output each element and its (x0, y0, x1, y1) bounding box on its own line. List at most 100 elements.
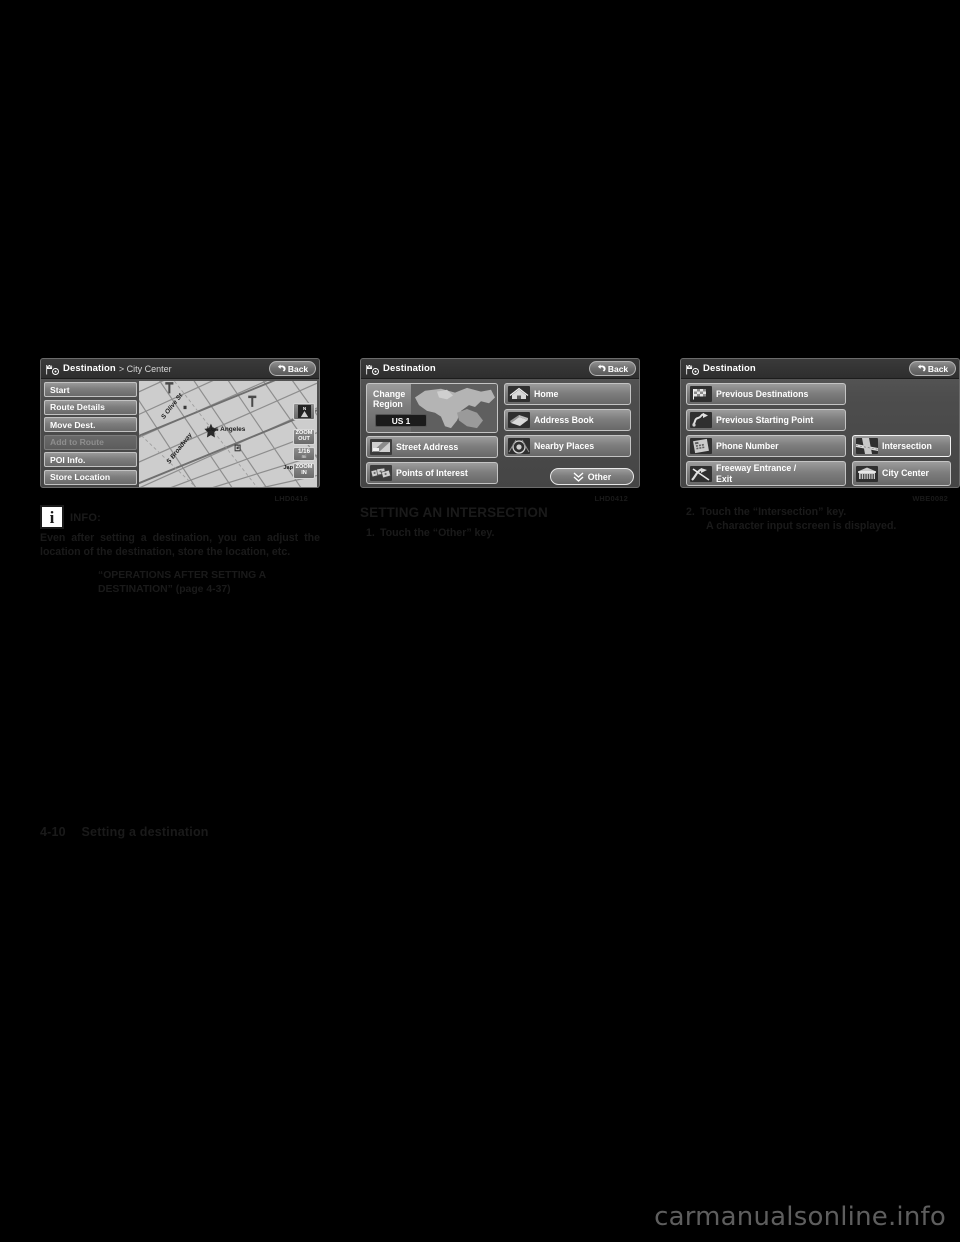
manual-page: Destination > City Center Back Start Rou… (0, 0, 960, 1242)
back-arrow-icon (917, 364, 926, 372)
north-up-compass-icon[interactable]: N (293, 403, 315, 420)
figure-column-2: Destination Back Change Region US 1 Stre… (360, 358, 640, 503)
zoom-out-button[interactable]: ZOOM OUT (293, 429, 315, 445)
text-column-right: 2. Touch the “Intersection” key. A chara… (680, 505, 960, 596)
chevron-double-down-icon (573, 471, 584, 482)
nearby-places-button[interactable]: Nearby Places (504, 435, 631, 457)
change-region-label: Change Region (373, 389, 405, 409)
menu-key-poi-info[interactable]: POI Info. (44, 452, 137, 468)
menu-key-move-dest[interactable]: Move Dest. (44, 417, 137, 433)
map-controls: N ZOOM OUT 1/16 mi ZOOM IN (293, 403, 315, 481)
map-scale-unit: mi (301, 453, 307, 459)
previous-starting-point-button[interactable]: Previous Starting Point (686, 409, 846, 431)
other-button-label: Other (587, 471, 612, 482)
phone-number-button[interactable]: Phone Number (686, 435, 846, 457)
figure-row: Destination > City Center Back Start Rou… (0, 358, 960, 503)
page-footer: 4-10 Setting a destination (40, 825, 209, 839)
map-graphic (139, 381, 317, 487)
starting-point-icon (690, 412, 712, 428)
intersection-button[interactable]: Intersection (852, 435, 951, 457)
nearby-places-icon (508, 438, 530, 454)
map-view[interactable]: S Olive St S Broadway Los Angeles Los A … (139, 381, 317, 487)
svg-text:N: N (302, 406, 305, 411)
figure-id-1: LHD0416 (274, 494, 308, 503)
points-of-interest-button[interactable]: Points of Interest (366, 462, 498, 484)
points-of-interest-icon (370, 465, 392, 481)
zoom-in-button[interactable]: ZOOM IN (293, 463, 315, 480)
back-button[interactable]: Back (909, 361, 956, 376)
panel1-breadcrumb: > City Center (118, 363, 172, 374)
destination-flag-icon (686, 363, 700, 375)
figure-id-2: LHD0412 (594, 494, 628, 503)
panel1-menu-list: Start Route Details Move Dest. Add to Ro… (41, 379, 139, 487)
step-2-number: 2. (686, 506, 695, 518)
home-icon (508, 386, 530, 402)
page-footer-title: Setting a destination (81, 825, 209, 839)
nav-screenshot-destination-menu: Destination Back Change Region US 1 Stre… (360, 358, 640, 488)
menu-key-label: Move Dest. (50, 419, 96, 430)
panel1-header: Destination > City Center Back (41, 359, 319, 379)
destination-flag-icon (366, 363, 380, 375)
freeway-icon (690, 465, 712, 482)
section-heading: SETTING AN INTERSECTION (360, 505, 548, 520)
nav-screenshot-city-center: Destination > City Center Back Start Rou… (40, 358, 320, 488)
back-button-label: Back (927, 363, 949, 374)
street-address-icon (370, 439, 392, 455)
menu-key-label: Start (50, 384, 70, 395)
figure-column-3: Destination Back Previous Destinations P… (680, 358, 960, 503)
city-center-icon (856, 465, 878, 482)
intersection-label: Intersection (882, 440, 932, 451)
checkered-flag-icon (690, 386, 712, 402)
step-2-text: Touch the “Intersection” key. (700, 506, 847, 518)
info-callout: i INFO: (40, 505, 320, 529)
back-button[interactable]: Back (269, 361, 316, 376)
nearby-places-label: Nearby Places (534, 440, 595, 451)
destination-flag-icon (46, 363, 60, 375)
map-edge-label-2: Jap (283, 465, 293, 471)
home-button[interactable]: Home (504, 383, 631, 405)
page-number: 4-10 (40, 825, 66, 839)
menu-key-label: POI Info. (50, 454, 86, 465)
menu-key-label: Route Details (50, 402, 105, 413)
menu-key-start[interactable]: Start (44, 382, 137, 397)
street-address-button[interactable]: Street Address (366, 436, 498, 458)
freeway-entrance-exit-button[interactable]: Freeway Entrance / Exit (686, 461, 846, 486)
back-arrow-icon (597, 364, 606, 372)
step-1-number: 1. (366, 527, 375, 539)
map-scale-indicator: 1/16 mi (293, 446, 315, 462)
other-button[interactable]: Other (550, 468, 634, 485)
address-book-label: Address Book (534, 414, 594, 425)
info-callout-label: INFO: (70, 512, 101, 524)
zoom-out-line2: OUT (298, 435, 310, 442)
keypad-icon (690, 438, 712, 454)
step-1: 1. Touch the “Other” key. (360, 526, 640, 540)
city-center-button[interactable]: City Center (852, 461, 951, 486)
address-book-icon (508, 412, 530, 428)
intersection-icon (856, 438, 878, 454)
change-region-button[interactable]: Change Region US 1 (366, 383, 498, 433)
change-region-label-line2: Region (373, 399, 403, 410)
change-region-label-line1: Change (373, 389, 406, 399)
previous-destinations-button[interactable]: Previous Destinations (686, 383, 846, 405)
body-text-row: i INFO: Even after setting a destination… (0, 505, 960, 596)
cross-reference: “OPERATIONS AFTER SETTING A DESTINATION”… (98, 570, 266, 595)
step-1-text: Touch the “Other” key. (380, 527, 495, 539)
panel2-title: Destination (383, 363, 436, 374)
points-of-interest-label: Points of Interest (396, 467, 468, 478)
street-address-label: Street Address (396, 441, 459, 452)
panel1-title: Destination (63, 363, 116, 374)
panel3-title: Destination (703, 363, 756, 374)
freeway-entrance-exit-label: Freeway Entrance / Exit (716, 463, 797, 484)
menu-key-route-details[interactable]: Route Details (44, 399, 137, 415)
menu-key-store-location[interactable]: Store Location (44, 469, 137, 485)
back-button[interactable]: Back (589, 361, 636, 376)
address-book-button[interactable]: Address Book (504, 409, 631, 431)
panel3-header: Destination Back (681, 359, 959, 379)
info-paragraph: Even after setting a destination, you ca… (40, 532, 320, 559)
figure-column-1: Destination > City Center Back Start Rou… (40, 358, 320, 503)
panel2-header: Destination Back (361, 359, 639, 379)
figure-id-3: WBE0082 (912, 494, 948, 503)
menu-key-label: Add to Route (50, 437, 104, 448)
region-code-value: US 1 (391, 415, 411, 426)
phone-number-label: Phone Number (716, 440, 779, 451)
